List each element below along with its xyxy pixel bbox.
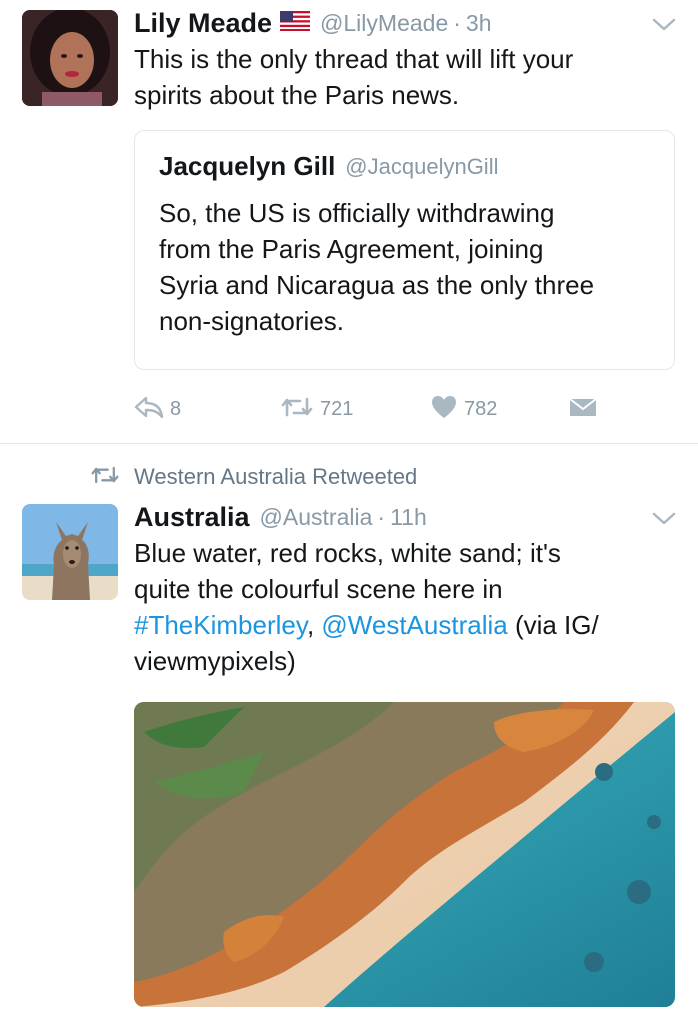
tweet-header: Lily Meade @LilyMeade · 3h [134, 6, 492, 40]
display-name[interactable]: Lily Meade [134, 8, 272, 39]
separator-dot: · [377, 503, 386, 530]
quoted-text-line: from the Paris Agreement, joining [159, 234, 544, 264]
tweet-divider [0, 443, 698, 444]
tweet-actions: 8 721 782 [134, 394, 654, 424]
tweet-text-line: Blue water, red rocks, white sand; it's [134, 538, 561, 568]
tweet-text-segment: (via IG/ [507, 610, 599, 640]
heart-icon [430, 394, 458, 425]
display-name[interactable]: Australia [134, 502, 250, 533]
quoted-handle: @JacquelynGill [345, 153, 499, 179]
quoted-text-line: non-signatories. [159, 306, 344, 336]
tweet-text-line: This is the only thread that will lift y… [134, 44, 574, 74]
tweet-header: Australia @Australia · 11h [134, 500, 427, 534]
quoted-text-line: So, the US is officially withdrawing [159, 198, 555, 228]
retweet-icon [90, 464, 120, 491]
timestamp[interactable]: 3h [466, 10, 492, 37]
handle[interactable]: @LilyMeade [320, 10, 448, 37]
retweet-count: 721 [320, 397, 354, 420]
tweet-text: This is the only thread that will lift y… [134, 41, 674, 113]
chevron-down-icon[interactable] [650, 10, 678, 38]
comma: , [306, 610, 315, 640]
handle[interactable]: @Australia [260, 504, 373, 531]
avatar-lily-meade[interactable] [22, 10, 118, 106]
reply-icon [134, 395, 164, 424]
retweet-icon [280, 395, 314, 424]
direct-message-button[interactable] [568, 394, 598, 424]
avatar-australia[interactable] [22, 504, 118, 600]
like-count: 782 [464, 397, 498, 420]
hashtag-link[interactable]: #TheKimberley [134, 610, 307, 640]
quoted-tweet-header: Jacquelyn Gill @JacquelynGill [159, 151, 498, 182]
like-button[interactable]: 782 [430, 394, 497, 424]
retweeted-by-text: Western Australia Retweeted [134, 464, 418, 489]
timestamp[interactable]: 11h [390, 504, 427, 531]
tweet-text-line: spirits about the Paris news. [134, 80, 460, 110]
retweet-context[interactable]: Western Australia Retweeted [90, 463, 417, 491]
mention-link[interactable]: @WestAustralia [321, 610, 507, 640]
quoted-tweet[interactable]: Jacquelyn Gill @JacquelynGill So, the US… [134, 130, 675, 370]
tweet-text: Blue water, red rocks, white sand; it's … [134, 535, 694, 679]
us-flag-icon [280, 10, 311, 36]
tweet-lily-meade[interactable]: Lily Meade @LilyMeade · 3h This is the o… [0, 0, 698, 443]
quoted-display-name: Jacquelyn Gill [159, 151, 336, 181]
tweet-photo[interactable] [134, 702, 675, 1007]
retweet-button[interactable]: 721 [280, 394, 353, 424]
reply-count: 8 [170, 397, 182, 420]
reply-button[interactable]: 8 [134, 394, 181, 424]
envelope-icon [568, 395, 598, 424]
separator-dot: · [453, 9, 461, 36]
quoted-tweet-text: So, the US is officially withdrawing fro… [159, 195, 669, 339]
quoted-text-line: Syria and Nicaragua as the only three [159, 270, 595, 300]
chevron-down-icon[interactable] [650, 504, 678, 532]
tweet-text-line: quite the colourful scene here in [134, 574, 503, 604]
tweet-text-line: #TheKimberley, @WestAustralia (via IG/ [134, 607, 694, 643]
tweet-text-line: viewmypixels) [134, 646, 296, 676]
